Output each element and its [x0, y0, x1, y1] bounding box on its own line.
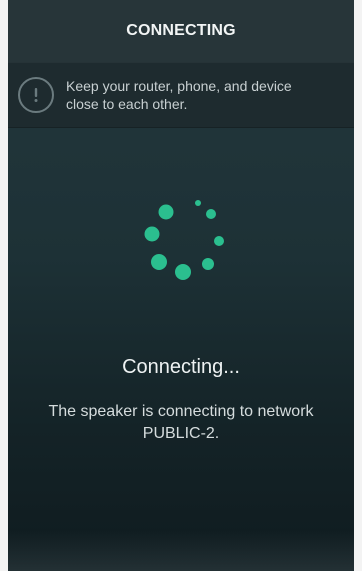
spinner-dot [202, 258, 214, 270]
spinner-dot [195, 200, 201, 206]
status-description: The speaker is connecting to network PUB… [48, 403, 314, 442]
loading-spinner-icon [144, 200, 224, 280]
spinner-dot [214, 236, 224, 246]
info-icon [18, 77, 54, 113]
spinner-dot [206, 209, 216, 219]
page-title: CONNECTING [126, 22, 236, 39]
spinner-dot [158, 204, 174, 220]
tip-text: Keep your router, phone, and device clos… [66, 78, 292, 112]
spinner-dot [151, 254, 167, 270]
status-title: Connecting... [122, 356, 240, 378]
tip-banner: Keep your router, phone, and device clos… [8, 62, 354, 128]
app-screen: CONNECTING Keep your router, phone, and … [8, 0, 354, 571]
bottom-shadow [8, 531, 354, 571]
spinner-dot [175, 264, 191, 280]
top-bar: CONNECTING [8, 0, 354, 62]
spinner-dot [144, 226, 160, 242]
